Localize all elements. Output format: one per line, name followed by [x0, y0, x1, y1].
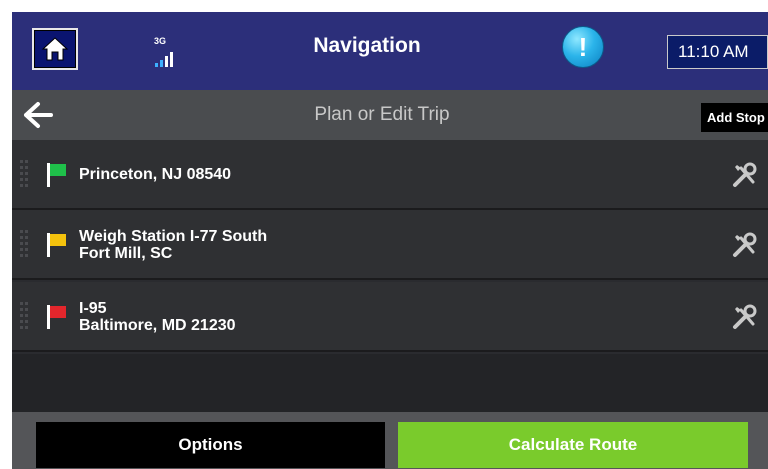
page-title: Navigation	[313, 34, 421, 57]
stop-name: Weigh Station I-77 South	[79, 228, 268, 245]
signal-bars-icon	[155, 52, 173, 67]
tools-icon[interactable]	[732, 232, 758, 258]
clock: 11:10 AM	[667, 35, 768, 69]
drag-handle-icon[interactable]	[20, 230, 30, 260]
calculate-route-button[interactable]: Calculate Route	[398, 422, 748, 468]
home-button[interactable]	[32, 28, 78, 70]
alert-button[interactable]: !	[562, 26, 604, 68]
stop-row[interactable]: Princeton, NJ 08540	[12, 140, 768, 210]
alert-icon: !	[578, 31, 588, 62]
network-indicator: 3G	[150, 36, 190, 72]
empty-list-area	[12, 354, 768, 412]
drag-handle-icon[interactable]	[20, 160, 30, 190]
stop-label: Princeton, NJ 08540	[79, 166, 231, 183]
stop-row[interactable]: I-95 Baltimore, MD 21230	[12, 282, 768, 352]
home-icon	[41, 37, 69, 61]
action-bar: Options Calculate Route	[12, 412, 768, 469]
stop-row[interactable]: Weigh Station I-77 South Fort Mill, SC	[12, 210, 768, 280]
options-button[interactable]: Options	[36, 422, 385, 468]
stop-label: I-95 Baltimore, MD 21230	[79, 300, 236, 334]
stop-name: I-95	[79, 300, 107, 317]
stop-name: Princeton, NJ 08540	[79, 166, 232, 183]
flag-icon	[47, 305, 66, 329]
stop-label: Weigh Station I-77 South Fort Mill, SC	[79, 228, 267, 262]
trip-title: Plan or Edit Trip	[314, 104, 450, 125]
status-bar: 3G Navigation ! 11:10 AM	[12, 12, 768, 90]
navigation-screen: 3G Navigation ! 11:10 AM Plan or Edit Tr…	[12, 12, 768, 469]
tools-icon[interactable]	[732, 304, 758, 330]
stop-location: Baltimore, MD 21230	[79, 317, 236, 334]
drag-handle-icon[interactable]	[20, 302, 30, 332]
flag-icon	[47, 163, 66, 187]
trip-header: Plan or Edit Trip Add Stop	[12, 90, 768, 140]
add-stop-button[interactable]: Add Stop	[701, 103, 768, 132]
back-arrow-icon[interactable]	[22, 100, 54, 130]
network-label: 3G	[154, 36, 167, 46]
stop-location: Fort Mill, SC	[79, 245, 173, 262]
flag-icon	[47, 233, 66, 257]
tools-icon[interactable]	[732, 162, 758, 188]
